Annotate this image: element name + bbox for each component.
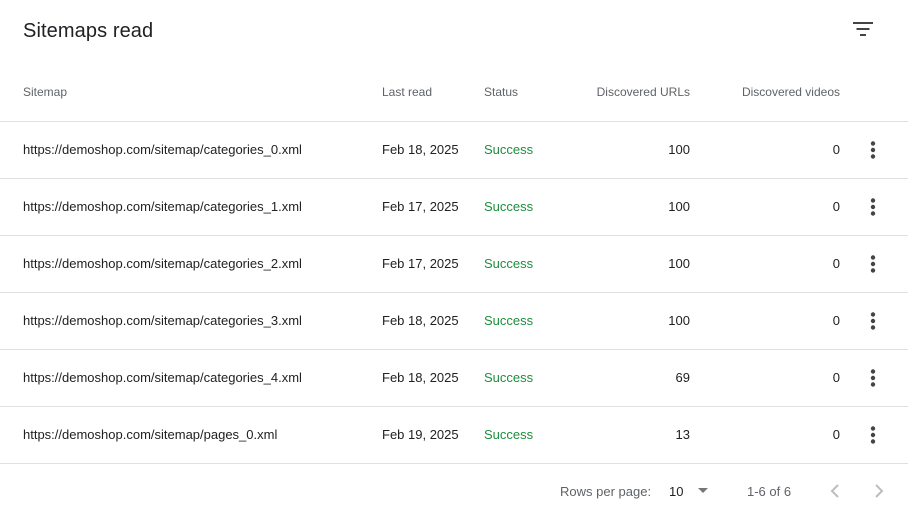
sitemap-url: https://demoshop.com/sitemap/categories_… [0,349,382,407]
last-read-date: Feb 18, 2025 [382,121,484,179]
column-header-last-read[interactable]: Last read [382,64,484,122]
column-header-sitemap[interactable]: Sitemap [0,64,382,122]
row-actions-cell [840,292,908,350]
table-header-row: Sitemap Last read Status Discovered URLs… [0,64,908,122]
table-row[interactable]: https://demoshop.com/sitemap/categories_… [0,121,908,179]
row-menu-button[interactable] [861,195,885,219]
row-menu-button[interactable] [861,252,885,276]
pagination-bar: Rows per page: 10 1-6 of 6 [0,464,908,515]
last-read-date: Feb 17, 2025 [382,178,484,236]
last-read-date: Feb 19, 2025 [382,406,484,464]
discovered-videos-count: 0 [690,292,840,350]
more-vert-icon [870,140,876,159]
table-row[interactable]: https://demoshop.com/sitemap/categories_… [0,235,908,293]
row-actions-cell [840,349,908,407]
row-actions-cell [840,406,908,464]
row-menu-button[interactable] [861,309,885,333]
page-title: Sitemaps read [23,20,154,42]
status-badge: Success [484,349,564,407]
column-header-discovered-urls[interactable]: Discovered URLs [564,64,690,122]
status-badge: Success [484,178,564,236]
filter-button[interactable] [847,13,879,45]
sitemap-url: https://demoshop.com/sitemap/categories_… [0,235,382,293]
discovered-urls-count: 100 [564,121,690,179]
discovered-videos-count: 0 [690,406,840,464]
sitemap-url: https://demoshop.com/sitemap/categories_… [0,121,382,179]
table-row[interactable]: https://demoshop.com/sitemap/categories_… [0,178,908,236]
sitemaps-read-card: Sitemaps read Sitemap Last read Status D… [0,0,908,515]
discovered-videos-count: 0 [690,349,840,407]
next-page-button[interactable] [866,478,892,504]
sitemap-url: https://demoshop.com/sitemap/pages_0.xml [0,406,382,464]
column-header-status[interactable]: Status [484,64,564,122]
discovered-videos-count: 0 [690,235,840,293]
row-actions-cell [840,235,908,293]
rows-per-page-value: 10 [669,484,684,499]
last-read-date: Feb 17, 2025 [382,235,484,293]
row-actions-cell [840,178,908,236]
rows-per-page-label: Rows per page: [560,484,652,499]
card-header: Sitemaps read [0,0,908,64]
rows-per-page-select[interactable]: 10 [669,478,717,504]
discovered-urls-count: 69 [564,349,690,407]
more-vert-icon [870,425,876,444]
row-menu-button[interactable] [861,366,885,390]
row-menu-button[interactable] [861,423,885,447]
status-badge: Success [484,292,564,350]
chevron-left-icon [830,484,839,498]
column-header-discovered-videos[interactable]: Discovered videos [690,64,840,122]
row-actions-cell [840,121,908,179]
page-range-label: 1-6 of 6 [747,484,792,499]
filter-list-icon [853,22,873,36]
table-row[interactable]: https://demoshop.com/sitemap/categories_… [0,292,908,350]
discovered-videos-count: 0 [690,178,840,236]
more-vert-icon [870,254,876,273]
table-row[interactable]: https://demoshop.com/sitemap/pages_0.xml… [0,406,908,464]
row-menu-button[interactable] [861,138,885,162]
discovered-urls-count: 13 [564,406,690,464]
discovered-urls-count: 100 [564,292,690,350]
discovered-urls-count: 100 [564,235,690,293]
last-read-date: Feb 18, 2025 [382,349,484,407]
column-header-actions [840,64,908,122]
previous-page-button[interactable] [822,478,848,504]
sitemaps-table: Sitemap Last read Status Discovered URLs… [0,64,908,464]
caret-down-icon [698,488,708,493]
chevron-right-icon [875,484,884,498]
status-badge: Success [484,121,564,179]
discovered-urls-count: 100 [564,178,690,236]
more-vert-icon [870,197,876,216]
table-row[interactable]: https://demoshop.com/sitemap/categories_… [0,349,908,407]
sitemap-url: https://demoshop.com/sitemap/categories_… [0,292,382,350]
last-read-date: Feb 18, 2025 [382,292,484,350]
more-vert-icon [870,368,876,387]
discovered-videos-count: 0 [690,121,840,179]
sitemap-url: https://demoshop.com/sitemap/categories_… [0,178,382,236]
status-badge: Success [484,406,564,464]
status-badge: Success [484,235,564,293]
more-vert-icon [870,311,876,330]
